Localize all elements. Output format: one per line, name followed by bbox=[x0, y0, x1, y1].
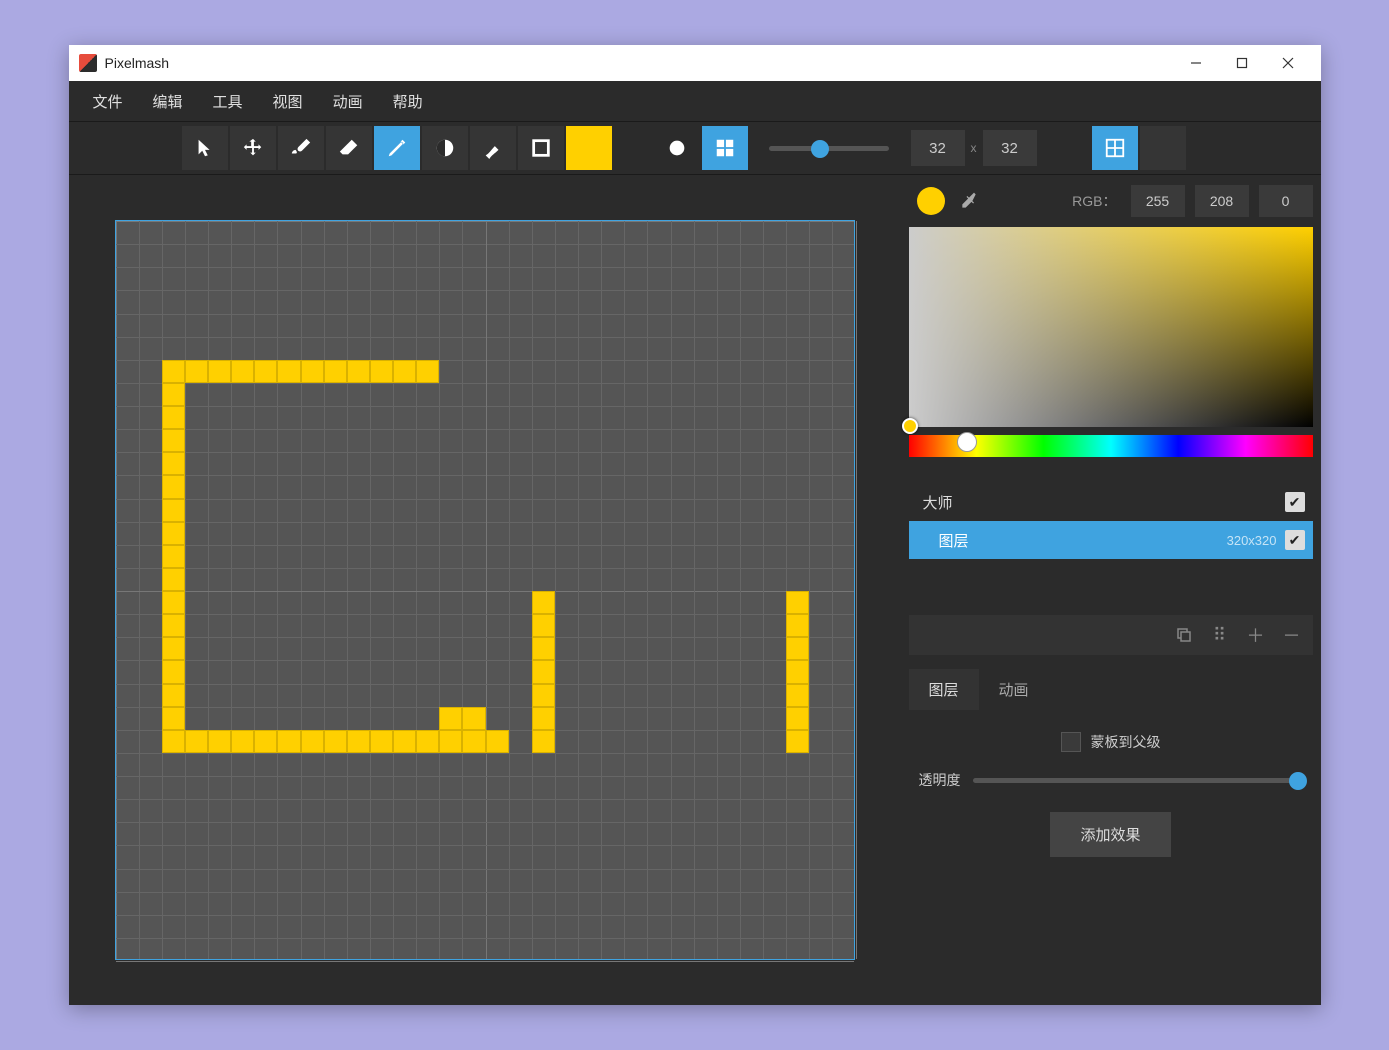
layer-merge-button[interactable]: ⠿ bbox=[1203, 619, 1237, 651]
tool-group bbox=[181, 125, 613, 171]
menu-tools[interactable]: 工具 bbox=[199, 85, 257, 118]
color-row: RGB： 255 208 0 bbox=[909, 183, 1313, 219]
hue-thumb[interactable] bbox=[957, 432, 977, 452]
layer-properties: 蒙板到父级 透明度 添加效果 bbox=[909, 718, 1313, 871]
titlebar: Pixelmash bbox=[69, 45, 1321, 81]
menu-view[interactable]: 视图 bbox=[259, 85, 317, 118]
rgb-r-input[interactable]: 255 bbox=[1131, 185, 1185, 217]
layer-row[interactable]: 图层 320x320 ✔ bbox=[909, 521, 1313, 559]
opacity-slider[interactable] bbox=[973, 778, 1303, 783]
layer-add-button[interactable]: ＋ bbox=[1239, 619, 1273, 651]
maximize-button[interactable] bbox=[1219, 45, 1265, 81]
mask-checkbox[interactable] bbox=[1061, 732, 1081, 752]
tab-anim[interactable]: 动画 bbox=[979, 669, 1049, 710]
layer-master-name: 大师 bbox=[923, 492, 1285, 513]
layer-panel: 大师 ✔ 图层 320x320 ✔ bbox=[909, 483, 1313, 559]
current-color-swatch[interactable] bbox=[565, 125, 613, 171]
rgb-label: RGB： bbox=[1072, 191, 1116, 211]
app-window: Pixelmash 文件 编辑 工具 视图 动画 帮助 bbox=[69, 45, 1321, 1005]
rgb-g-input[interactable]: 208 bbox=[1195, 185, 1249, 217]
close-button[interactable] bbox=[1265, 45, 1311, 81]
app-logo-icon bbox=[79, 54, 97, 72]
minimize-button[interactable] bbox=[1173, 45, 1219, 81]
brush-shape-group bbox=[653, 125, 749, 171]
canvas-dimensions: 32 x 32 bbox=[911, 130, 1037, 166]
brush-shape-square[interactable] bbox=[701, 125, 749, 171]
grid-on-button[interactable] bbox=[1091, 125, 1139, 171]
menu-file[interactable]: 文件 bbox=[79, 85, 137, 118]
opacity-label: 透明度 bbox=[919, 770, 961, 790]
layer-master-visible-checkbox[interactable]: ✔ bbox=[1285, 492, 1305, 512]
sv-thumb[interactable] bbox=[902, 418, 918, 434]
app-title: Pixelmash bbox=[105, 55, 1173, 71]
tool-pencil[interactable] bbox=[373, 125, 421, 171]
layer-tabs: 图层 动画 bbox=[909, 669, 1313, 710]
tool-smudge[interactable] bbox=[469, 125, 517, 171]
layer-toolbar: ⠿ ＋ － bbox=[909, 615, 1313, 655]
tool-pointer[interactable] bbox=[181, 125, 229, 171]
right-panel: RGB： 255 208 0 大师 ✔ 图层 320x320 ✔ bbox=[901, 175, 1321, 1005]
mask-label: 蒙板到父级 bbox=[1091, 732, 1161, 752]
menu-anim[interactable]: 动画 bbox=[319, 85, 377, 118]
hue-slider[interactable] bbox=[909, 435, 1313, 457]
layer-name: 图层 bbox=[939, 530, 1227, 551]
layer-master-row[interactable]: 大师 ✔ bbox=[909, 483, 1313, 521]
content-area: xunhezhan.com RGB： 255 208 0 bbox=[69, 175, 1321, 1005]
menu-edit[interactable]: 编辑 bbox=[139, 85, 197, 118]
rgb-b-input[interactable]: 0 bbox=[1259, 185, 1313, 217]
brush-shape-circle[interactable] bbox=[653, 125, 701, 171]
tab-layer[interactable]: 图层 bbox=[909, 669, 979, 710]
layer-remove-button[interactable]: － bbox=[1275, 619, 1309, 651]
layer-visible-checkbox[interactable]: ✔ bbox=[1285, 530, 1305, 550]
menu-help[interactable]: 帮助 bbox=[379, 85, 437, 118]
brush-size-slider[interactable] bbox=[769, 146, 889, 151]
tool-brush[interactable] bbox=[277, 125, 325, 171]
toolbar: 32 x 32 bbox=[69, 121, 1321, 175]
canvas[interactable] bbox=[115, 220, 855, 960]
tool-rect[interactable] bbox=[517, 125, 565, 171]
canvas-height-input[interactable]: 32 bbox=[983, 130, 1037, 166]
eyedropper-button[interactable] bbox=[955, 187, 983, 215]
current-color-circle[interactable] bbox=[917, 187, 945, 215]
tool-fill[interactable] bbox=[421, 125, 469, 171]
slider-thumb[interactable] bbox=[811, 140, 829, 158]
opacity-thumb[interactable] bbox=[1289, 772, 1307, 790]
canvas-width-input[interactable]: 32 bbox=[911, 130, 965, 166]
tool-move[interactable] bbox=[229, 125, 277, 171]
opacity-row: 透明度 bbox=[919, 770, 1303, 790]
menubar: 文件 编辑 工具 视图 动画 帮助 bbox=[69, 81, 1321, 121]
layer-duplicate-button[interactable] bbox=[1167, 619, 1201, 651]
canvas-area: xunhezhan.com bbox=[69, 175, 901, 1005]
grid-overlay bbox=[116, 221, 854, 959]
grid-toggle-group bbox=[1091, 125, 1187, 171]
layer-size: 320x320 bbox=[1227, 533, 1277, 548]
grid-off-button[interactable] bbox=[1139, 125, 1187, 171]
add-effect-button[interactable]: 添加效果 bbox=[1050, 812, 1170, 857]
tool-eraser[interactable] bbox=[325, 125, 373, 171]
saturation-value-picker[interactable] bbox=[909, 227, 1313, 427]
dim-separator: x bbox=[967, 141, 981, 155]
mask-row: 蒙板到父级 bbox=[919, 732, 1303, 752]
